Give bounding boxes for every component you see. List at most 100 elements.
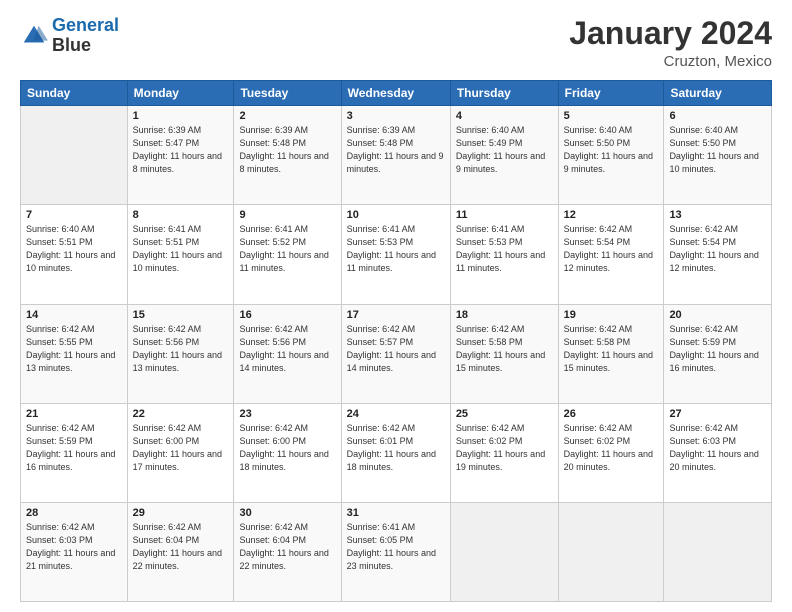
day-info: Sunrise: 6:42 AMSunset: 6:03 PMDaylight:… [669, 422, 766, 474]
table-row [664, 502, 772, 601]
header-wednesday: Wednesday [341, 81, 450, 106]
logo-icon [20, 22, 48, 50]
day-number: 8 [133, 209, 229, 221]
logo: General Blue [20, 16, 119, 56]
header-friday: Friday [558, 81, 664, 106]
calendar-week-row: 1 Sunrise: 6:39 AMSunset: 5:47 PMDayligh… [21, 106, 772, 205]
day-info: Sunrise: 6:42 AMSunset: 5:58 PMDaylight:… [456, 323, 553, 375]
day-info: Sunrise: 6:42 AMSunset: 5:59 PMDaylight:… [26, 422, 122, 474]
header: General Blue January 2024 Cruzton, Mexic… [20, 16, 772, 70]
table-row [558, 502, 664, 601]
table-row: 19 Sunrise: 6:42 AMSunset: 5:58 PMDaylig… [558, 304, 664, 403]
header-sunday: Sunday [21, 81, 128, 106]
day-number: 15 [133, 309, 229, 321]
day-number: 25 [456, 408, 553, 420]
day-info: Sunrise: 6:42 AMSunset: 6:04 PMDaylight:… [239, 521, 335, 573]
day-info: Sunrise: 6:40 AMSunset: 5:50 PMDaylight:… [669, 124, 766, 176]
day-info: Sunrise: 6:42 AMSunset: 5:59 PMDaylight:… [669, 323, 766, 375]
table-row: 12 Sunrise: 6:42 AMSunset: 5:54 PMDaylig… [558, 205, 664, 304]
day-info: Sunrise: 6:42 AMSunset: 6:02 PMDaylight:… [456, 422, 553, 474]
logo-text-line1: General [52, 16, 119, 36]
day-number: 31 [347, 507, 445, 519]
table-row: 31 Sunrise: 6:41 AMSunset: 6:05 PMDaylig… [341, 502, 450, 601]
table-row: 1 Sunrise: 6:39 AMSunset: 5:47 PMDayligh… [127, 106, 234, 205]
day-number: 10 [347, 209, 445, 221]
calendar-header-row: Sunday Monday Tuesday Wednesday Thursday… [21, 81, 772, 106]
day-info: Sunrise: 6:39 AMSunset: 5:47 PMDaylight:… [133, 124, 229, 176]
location: Cruzton, Mexico [569, 53, 772, 70]
day-info: Sunrise: 6:42 AMSunset: 5:57 PMDaylight:… [347, 323, 445, 375]
calendar-week-row: 21 Sunrise: 6:42 AMSunset: 5:59 PMDaylig… [21, 403, 772, 502]
table-row: 26 Sunrise: 6:42 AMSunset: 6:02 PMDaylig… [558, 403, 664, 502]
day-number: 29 [133, 507, 229, 519]
day-number: 1 [133, 110, 229, 122]
day-info: Sunrise: 6:42 AMSunset: 5:56 PMDaylight:… [239, 323, 335, 375]
table-row: 28 Sunrise: 6:42 AMSunset: 6:03 PMDaylig… [21, 502, 128, 601]
day-number: 9 [239, 209, 335, 221]
header-tuesday: Tuesday [234, 81, 341, 106]
day-number: 23 [239, 408, 335, 420]
table-row: 4 Sunrise: 6:40 AMSunset: 5:49 PMDayligh… [450, 106, 558, 205]
table-row: 14 Sunrise: 6:42 AMSunset: 5:55 PMDaylig… [21, 304, 128, 403]
day-number: 30 [239, 507, 335, 519]
day-info: Sunrise: 6:42 AMSunset: 6:03 PMDaylight:… [26, 521, 122, 573]
table-row: 6 Sunrise: 6:40 AMSunset: 5:50 PMDayligh… [664, 106, 772, 205]
calendar-table: Sunday Monday Tuesday Wednesday Thursday… [20, 80, 772, 602]
table-row: 9 Sunrise: 6:41 AMSunset: 5:52 PMDayligh… [234, 205, 341, 304]
calendar-week-row: 14 Sunrise: 6:42 AMSunset: 5:55 PMDaylig… [21, 304, 772, 403]
table-row: 20 Sunrise: 6:42 AMSunset: 5:59 PMDaylig… [664, 304, 772, 403]
day-info: Sunrise: 6:42 AMSunset: 6:04 PMDaylight:… [133, 521, 229, 573]
day-info: Sunrise: 6:40 AMSunset: 5:51 PMDaylight:… [26, 223, 122, 275]
day-number: 7 [26, 209, 122, 221]
table-row: 25 Sunrise: 6:42 AMSunset: 6:02 PMDaylig… [450, 403, 558, 502]
day-info: Sunrise: 6:42 AMSunset: 6:00 PMDaylight:… [133, 422, 229, 474]
header-saturday: Saturday [664, 81, 772, 106]
day-info: Sunrise: 6:42 AMSunset: 5:55 PMDaylight:… [26, 323, 122, 375]
header-monday: Monday [127, 81, 234, 106]
day-number: 14 [26, 309, 122, 321]
day-info: Sunrise: 6:42 AMSunset: 5:56 PMDaylight:… [133, 323, 229, 375]
day-number: 24 [347, 408, 445, 420]
day-info: Sunrise: 6:42 AMSunset: 6:02 PMDaylight:… [564, 422, 659, 474]
table-row: 2 Sunrise: 6:39 AMSunset: 5:48 PMDayligh… [234, 106, 341, 205]
table-row: 24 Sunrise: 6:42 AMSunset: 6:01 PMDaylig… [341, 403, 450, 502]
day-info: Sunrise: 6:39 AMSunset: 5:48 PMDaylight:… [347, 124, 445, 176]
day-number: 2 [239, 110, 335, 122]
day-number: 6 [669, 110, 766, 122]
month-title: January 2024 [569, 16, 772, 51]
day-number: 5 [564, 110, 659, 122]
day-number: 22 [133, 408, 229, 420]
day-number: 18 [456, 309, 553, 321]
table-row [21, 106, 128, 205]
table-row: 7 Sunrise: 6:40 AMSunset: 5:51 PMDayligh… [21, 205, 128, 304]
table-row: 17 Sunrise: 6:42 AMSunset: 5:57 PMDaylig… [341, 304, 450, 403]
page: General Blue January 2024 Cruzton, Mexic… [0, 0, 792, 612]
title-area: January 2024 Cruzton, Mexico [569, 16, 772, 70]
day-info: Sunrise: 6:42 AMSunset: 6:01 PMDaylight:… [347, 422, 445, 474]
table-row [450, 502, 558, 601]
day-info: Sunrise: 6:41 AMSunset: 5:52 PMDaylight:… [239, 223, 335, 275]
table-row: 13 Sunrise: 6:42 AMSunset: 5:54 PMDaylig… [664, 205, 772, 304]
table-row: 29 Sunrise: 6:42 AMSunset: 6:04 PMDaylig… [127, 502, 234, 601]
day-number: 26 [564, 408, 659, 420]
day-number: 17 [347, 309, 445, 321]
logo-text-line2: Blue [52, 36, 119, 56]
table-row: 30 Sunrise: 6:42 AMSunset: 6:04 PMDaylig… [234, 502, 341, 601]
day-number: 4 [456, 110, 553, 122]
day-number: 3 [347, 110, 445, 122]
day-number: 13 [669, 209, 766, 221]
header-thursday: Thursday [450, 81, 558, 106]
table-row: 22 Sunrise: 6:42 AMSunset: 6:00 PMDaylig… [127, 403, 234, 502]
day-info: Sunrise: 6:41 AMSunset: 6:05 PMDaylight:… [347, 521, 445, 573]
calendar-week-row: 7 Sunrise: 6:40 AMSunset: 5:51 PMDayligh… [21, 205, 772, 304]
table-row: 21 Sunrise: 6:42 AMSunset: 5:59 PMDaylig… [21, 403, 128, 502]
day-info: Sunrise: 6:40 AMSunset: 5:49 PMDaylight:… [456, 124, 553, 176]
table-row: 8 Sunrise: 6:41 AMSunset: 5:51 PMDayligh… [127, 205, 234, 304]
table-row: 10 Sunrise: 6:41 AMSunset: 5:53 PMDaylig… [341, 205, 450, 304]
day-number: 11 [456, 209, 553, 221]
day-number: 12 [564, 209, 659, 221]
day-info: Sunrise: 6:40 AMSunset: 5:50 PMDaylight:… [564, 124, 659, 176]
day-number: 28 [26, 507, 122, 519]
table-row: 15 Sunrise: 6:42 AMSunset: 5:56 PMDaylig… [127, 304, 234, 403]
day-number: 27 [669, 408, 766, 420]
